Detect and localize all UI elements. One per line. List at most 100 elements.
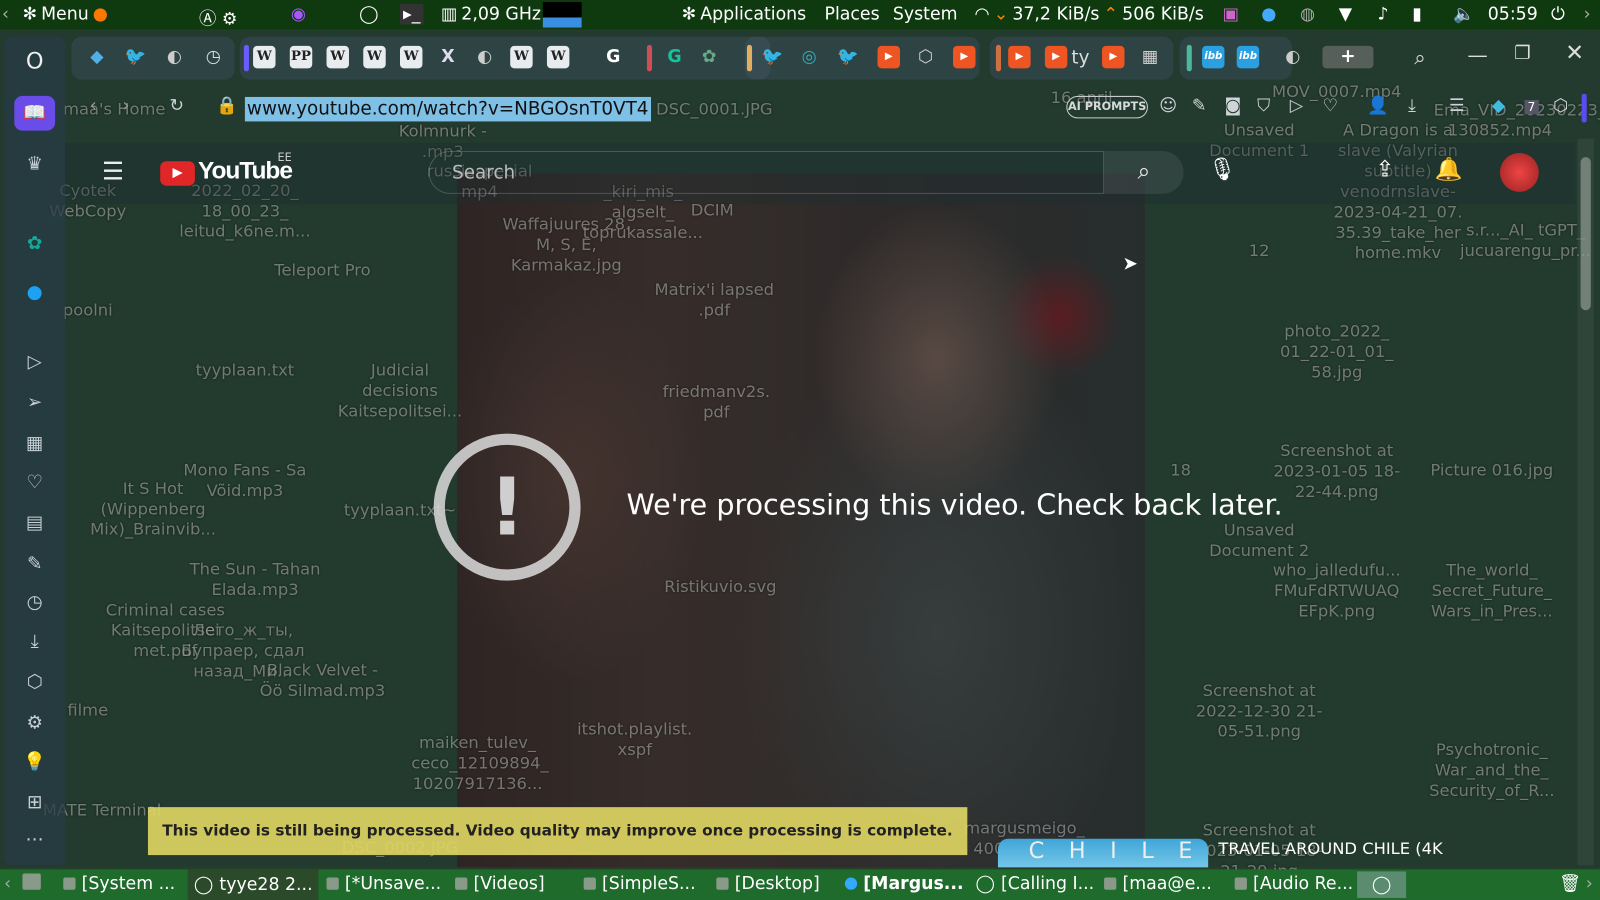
extensions-cube-icon[interactable]: ⬡ [1553, 96, 1568, 116]
next-video-title[interactable]: TRAVEL AROUND CHILE (4K [1218, 839, 1442, 858]
pinboard-icon[interactable]: ✎ [19, 549, 50, 580]
wikipedia-icon[interactable]: W [546, 45, 570, 69]
taskbar-item[interactable]: [Desktop] [716, 873, 820, 894]
minimize-icon[interactable]: — [1467, 43, 1487, 67]
next-video-thumbnail[interactable]: CHILE [997, 838, 1209, 868]
cube-icon[interactable]: ⬡ [914, 46, 936, 68]
news-icon[interactable]: ▤ [19, 508, 50, 539]
extensions-icon[interactable]: ⬡ [19, 667, 50, 698]
youtube-icon[interactable]: ▶ [953, 45, 976, 69]
taskbar-item[interactable]: [Videos] [455, 873, 545, 894]
twitter-icon[interactable]: 🐦 [124, 46, 147, 68]
send-icon[interactable]: ➢ [19, 388, 50, 419]
crown-icon[interactable]: ♛ [19, 149, 50, 180]
workspace-switcher[interactable]: ◯ [1357, 871, 1407, 898]
youtube-icon[interactable]: ▶ [1044, 45, 1068, 69]
youtube-icon[interactable]: ▶ [1008, 45, 1031, 69]
heart-icon[interactable]: ♡ [1322, 96, 1338, 116]
chatgpt-icon[interactable]: ✿ [698, 46, 720, 68]
diamond-extension-icon[interactable]: ◆ [1492, 96, 1505, 116]
ibb-icon[interactable]: ibb [1202, 45, 1225, 69]
create-icon[interactable]: ⇪ [1375, 157, 1394, 183]
youtube-logo-icon[interactable]: ▶ [160, 161, 195, 186]
power-icon[interactable]: ⏻ [1551, 4, 1565, 24]
ai-prompts-button[interactable]: AI PROMPTS [1066, 95, 1148, 119]
taskbar-item[interactable]: [maa@e... [1104, 873, 1212, 894]
shield-icon[interactable]: ⛉ [1257, 96, 1270, 116]
notifications-icon[interactable]: 🔔 [1435, 157, 1463, 183]
x-icon[interactable]: X [437, 46, 459, 68]
clock[interactable]: 05:59 [1488, 4, 1538, 24]
youtube-icon[interactable]: ▶ [877, 45, 900, 69]
battery-icon[interactable]: ▮ [1412, 4, 1422, 24]
wikipedia-icon[interactable]: W [510, 45, 533, 69]
forward-icon[interactable]: › [122, 96, 129, 116]
taskbar-item[interactable]: [System ... [63, 873, 175, 894]
applications-menu[interactable]: ✻ Applications [682, 4, 807, 24]
snapshot-edit-icon[interactable]: ✎ [1192, 96, 1207, 116]
hamburger-menu-icon[interactable]: ☰ [102, 157, 124, 186]
downloads-icon[interactable]: ⤓ [19, 627, 50, 658]
app-tray-icon[interactable]: ● [1261, 4, 1276, 24]
extension-badge[interactable]: 7 [1524, 99, 1539, 115]
profile-icon[interactable]: 👤 [1367, 96, 1389, 116]
google-icon[interactable]: G [602, 46, 624, 68]
reload-icon[interactable]: ↻ [169, 96, 184, 116]
panel-scroll-left-icon[interactable]: ‹ [2, 4, 9, 24]
url-field[interactable]: www.youtube.com/watch?v=NBGOsnT0VT4 [244, 96, 651, 122]
youtube-icon[interactable]: ▶ [1102, 45, 1125, 69]
notification-bell-icon[interactable]: ♪ [1378, 4, 1389, 24]
tips-icon[interactable]: 💡 [19, 747, 50, 778]
taskbar-item-active[interactable]: ◯ tyye28 2... [187, 869, 319, 900]
tab-search-icon[interactable]: ⌕ [1414, 45, 1425, 69]
microphone-icon[interactable]: 🎙 [1208, 157, 1237, 183]
speed-dial-icon[interactable]: ▦ [19, 429, 50, 460]
trash-icon[interactable]: 🗑 [1559, 873, 1581, 893]
emoji-icon[interactable]: ☺ [1159, 96, 1177, 116]
more-icon[interactable]: ⋯ [19, 824, 50, 855]
chatgpt-icon[interactable]: ✿ [19, 229, 50, 260]
grid-icon[interactable]: ▦ [1139, 46, 1161, 68]
settings-icon[interactable]: ⚙ [19, 708, 50, 739]
terminal-icon[interactable]: ▸_ [399, 4, 424, 25]
history-icon[interactable]: ◷ [19, 588, 50, 619]
twitter-icon[interactable]: ● [19, 278, 50, 309]
launcher-icon[interactable]: Ⓐ ⚙ [199, 4, 237, 30]
opera-menu-icon[interactable]: O [19, 47, 50, 78]
taskbar-item[interactable]: [SimpleS... [583, 873, 696, 894]
menu-button[interactable]: ✻ Menu ● [22, 4, 107, 24]
system-menu[interactable]: System [893, 4, 958, 24]
tor-icon[interactable]: ◉ [291, 4, 306, 24]
volume-icon[interactable]: 🔈 [1453, 4, 1475, 24]
audio-recorder-tray-icon[interactable]: ▣ [1222, 4, 1238, 24]
panel-scroll-right-icon[interactable]: › [1584, 4, 1591, 24]
maximize-icon[interactable]: ❐ [1514, 43, 1530, 64]
opera-launcher-icon[interactable]: ◯ [359, 4, 378, 24]
heart-icon[interactable]: ♡ [19, 467, 50, 498]
places-menu[interactable]: Places [824, 4, 879, 24]
globe-icon[interactable]: ◐ [473, 46, 495, 68]
download-icon[interactable]: ⤓ [1408, 96, 1416, 116]
search-button[interactable]: ⌕ [1104, 151, 1184, 194]
wikipedia-icon[interactable]: W [363, 45, 386, 69]
search-input[interactable]: Search [428, 151, 1105, 194]
grammarly-icon[interactable]: G [663, 46, 685, 68]
opera-icon[interactable]: ◎ [798, 46, 820, 68]
avatar[interactable] [1499, 153, 1539, 192]
globe-icon[interactable]: ◐ [163, 46, 185, 68]
scrollbar-thumb[interactable] [1580, 157, 1591, 311]
camera-icon[interactable]: ◙ [1224, 96, 1241, 116]
twitter-icon[interactable]: 🐦 [761, 46, 784, 68]
network-tray-icon[interactable]: ▼ [1339, 4, 1352, 24]
reader-icon[interactable]: 📖 [14, 95, 56, 131]
taskbar-item[interactable]: ◯ [Calling I... [976, 873, 1095, 893]
close-icon[interactable]: ✕ [1565, 41, 1584, 67]
send-icon[interactable]: ▷ [1290, 96, 1303, 116]
add-panel-icon[interactable]: ⊞ [19, 788, 50, 819]
clock-icon[interactable]: ◷ [202, 46, 224, 68]
back-icon[interactable]: ‹ [90, 96, 97, 116]
player-icon[interactable]: ▷ [19, 347, 50, 378]
easy-setup-icon[interactable]: ☰ [1449, 96, 1465, 116]
add-tab-icon[interactable]: + [1322, 45, 1374, 69]
page-scrollbar[interactable] [1577, 138, 1594, 866]
